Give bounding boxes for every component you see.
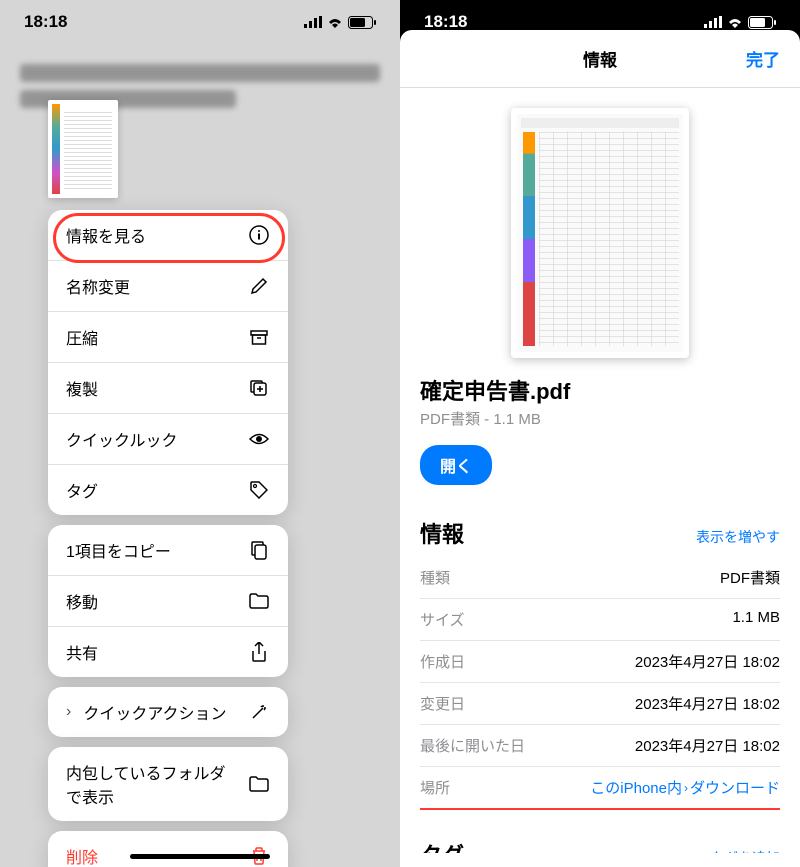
section-title: タグ (420, 838, 464, 853)
menu-label: 移動 (66, 589, 98, 613)
location-root: このiPhone内 (590, 777, 682, 798)
info-label: 最後に開いた日 (420, 735, 525, 756)
menu-label: クイックルック (66, 427, 178, 451)
screen-context-menu: 18:18 情報を見る (0, 0, 400, 867)
status-bar: 18:18 (0, 0, 400, 44)
open-button[interactable]: 開く (420, 445, 492, 485)
menu-group-4: 内包しているフォルダで表示 (48, 747, 288, 821)
info-label: 変更日 (420, 693, 465, 714)
file-preview: 確定申告書.pdf PDF書類 - 1.1 MB 開く (400, 88, 800, 505)
menu-label: 1項目をコピー (66, 538, 171, 562)
info-value: 2023年4月27日 18:02 (635, 735, 780, 756)
menu-label: クイックアクション (83, 700, 226, 724)
duplicate-icon (248, 377, 270, 399)
context-menu: 情報を見る 名称変更 圧縮 複製 クイックルック (48, 210, 288, 867)
status-time: 18:18 (424, 12, 467, 32)
info-label: 種類 (420, 567, 450, 588)
add-tag-link[interactable]: タグを追加 (710, 848, 780, 853)
menu-label: 名称変更 (66, 274, 130, 298)
section-header-tags: タグ タグを追加 (420, 826, 780, 853)
battery-icon (348, 16, 376, 29)
menu-item-duplicate[interactable]: 複製 (48, 363, 288, 414)
file-name: 確定申告書.pdf (420, 374, 780, 406)
menu-label: タグ (66, 478, 98, 502)
location-leaf: ダウンロード (690, 777, 780, 798)
menu-group-5: 削除 (48, 831, 288, 867)
status-icons (704, 16, 776, 29)
folder-icon (248, 590, 270, 612)
menu-group-3: › クイックアクション (48, 687, 288, 737)
menu-group-2: 1項目をコピー 移動 共有 (48, 525, 288, 677)
menu-item-quicklook[interactable]: クイックルック (48, 414, 288, 465)
info-section: 情報 表示を増やす 種類 PDF書類 サイズ 1.1 MB 作成日 2023年4… (400, 505, 800, 853)
menu-item-delete[interactable]: 削除 (48, 831, 288, 867)
menu-item-move[interactable]: 移動 (48, 576, 288, 627)
info-icon (248, 224, 270, 246)
battery-icon (748, 16, 776, 29)
menu-item-share[interactable]: 共有 (48, 627, 288, 677)
menu-item-info[interactable]: 情報を見る (48, 210, 288, 261)
menu-group-1: 情報を見る 名称変更 圧縮 複製 クイックルック (48, 210, 288, 515)
info-value: PDF書類 (720, 567, 780, 588)
copy-icon (248, 539, 270, 561)
info-label: サイズ (420, 609, 465, 630)
info-sheet: 情報 完了 確定申告書.pdf PDF書類 - 1.1 MB 開く 情報 (400, 30, 800, 853)
file-thumbnail-large[interactable] (511, 108, 689, 358)
wifi-icon (326, 16, 344, 28)
location-path[interactable]: このiPhone内 › ダウンロード (590, 777, 780, 798)
screen-file-info: 18:18 情報 完了 確定申告書.pdf (400, 0, 800, 867)
menu-item-copy[interactable]: 1項目をコピー (48, 525, 288, 576)
wand-icon (248, 701, 270, 723)
archive-icon (248, 326, 270, 348)
menu-label: 圧縮 (66, 325, 98, 349)
info-row-modified: 変更日 2023年4月27日 18:02 (420, 683, 780, 725)
info-value: 2023年4月27日 18:02 (635, 693, 780, 714)
menu-label: 複製 (66, 376, 98, 400)
done-button[interactable]: 完了 (746, 46, 780, 71)
pencil-icon (248, 275, 270, 297)
status-time: 18:18 (24, 12, 67, 32)
menu-item-rename[interactable]: 名称変更 (48, 261, 288, 312)
info-row-location[interactable]: 場所 このiPhone内 › ダウンロード (420, 767, 780, 809)
file-thumbnail[interactable] (48, 100, 118, 198)
chevron-right-icon: › (66, 703, 71, 721)
info-row-kind: 種類 PDF書類 (420, 557, 780, 599)
sheet-title: 情報 (400, 46, 800, 71)
tag-icon (248, 479, 270, 501)
menu-item-compress[interactable]: 圧縮 (48, 312, 288, 363)
menu-label: 情報を見る (66, 223, 146, 247)
info-row-opened: 最後に開いた日 2023年4月27日 18:02 (420, 725, 780, 767)
eye-icon (248, 428, 270, 450)
chevron-right-icon: › (684, 781, 688, 795)
info-label: 作成日 (420, 651, 465, 672)
info-value: 2023年4月27日 18:02 (635, 651, 780, 672)
info-row-size: サイズ 1.1 MB (420, 599, 780, 641)
cellular-icon (304, 16, 322, 28)
info-row-created: 作成日 2023年4月27日 18:02 (420, 641, 780, 683)
menu-label: 共有 (66, 640, 98, 664)
sheet-header: 情報 完了 (400, 30, 800, 88)
menu-item-show-in-folder[interactable]: 内包しているフォルダで表示 (48, 747, 288, 821)
menu-item-tags[interactable]: タグ (48, 465, 288, 515)
wifi-icon (726, 16, 744, 28)
annotation-underline (420, 808, 780, 810)
info-value: 1.1 MB (732, 609, 780, 630)
info-label: 場所 (420, 777, 450, 798)
folder-icon (248, 773, 270, 795)
status-icons (304, 16, 376, 29)
file-subtitle: PDF書類 - 1.1 MB (420, 408, 780, 429)
show-more-link[interactable]: 表示を増やす (696, 527, 780, 547)
section-title: 情報 (420, 517, 464, 549)
cellular-icon (704, 16, 722, 28)
section-header-info: 情報 表示を増やす (420, 505, 780, 557)
menu-label: 内包しているフォルダで表示 (66, 760, 236, 808)
menu-item-quick-actions[interactable]: › クイックアクション (48, 687, 288, 737)
menu-label: 削除 (66, 844, 98, 867)
share-icon (248, 641, 270, 663)
home-indicator (130, 854, 270, 859)
